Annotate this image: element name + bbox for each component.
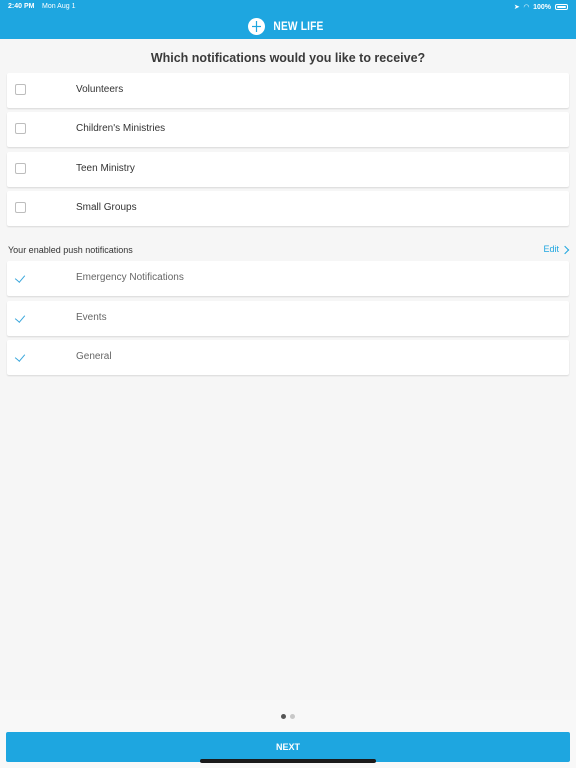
status-bar: 2:40 PM Mon Aug 1 ➤ ◠ 100% <box>0 0 576 14</box>
option-small-groups[interactable]: Small Groups <box>7 191 569 226</box>
wifi-icon: ◠ <box>523 4 530 11</box>
enabled-item-label: Events <box>76 312 107 323</box>
option-childrens-ministries[interactable]: Children's Ministries <box>7 112 569 147</box>
checkmark-icon <box>14 351 26 362</box>
page-dot-active <box>281 714 286 719</box>
battery-icon <box>555 4 568 10</box>
home-indicator <box>200 759 376 763</box>
enabled-item-label: General <box>76 351 112 362</box>
battery-percentage: 100% <box>533 3 551 11</box>
location-icon: ➤ <box>513 4 520 11</box>
checkbox[interactable] <box>15 202 26 213</box>
enabled-item-general: General <box>7 340 569 375</box>
option-label: Children's Ministries <box>76 123 166 134</box>
enabled-item-events: Events <box>7 301 569 336</box>
edit-label: Edit <box>543 244 559 254</box>
enabled-item-emergency: Emergency Notifications <box>7 261 569 296</box>
page-indicator <box>0 714 576 719</box>
option-label: Small Groups <box>76 202 137 213</box>
church-logo-icon <box>248 17 266 35</box>
enabled-item-label: Emergency Notifications <box>76 272 184 283</box>
app-header: 2:40 PM Mon Aug 1 ➤ ◠ 100% NEW LIFE <box>0 0 576 39</box>
checkbox[interactable] <box>15 84 26 95</box>
option-label: Teen Ministry <box>76 163 135 174</box>
brand: NEW LIFE <box>0 17 576 35</box>
page-dot <box>290 714 295 719</box>
checkmark-icon <box>14 312 26 323</box>
enabled-section-title: Your enabled push notifications <box>8 245 133 255</box>
checkmark-icon <box>14 272 26 283</box>
status-time: 2:40 PM <box>8 3 35 10</box>
next-button[interactable]: NEXT <box>6 732 570 762</box>
option-label: Volunteers <box>76 84 124 95</box>
page-question: Which notifications would you like to re… <box>150 51 426 65</box>
status-date: Mon Aug 1 <box>42 3 76 10</box>
edit-link[interactable]: Edit <box>543 244 570 254</box>
option-volunteers[interactable]: Volunteers <box>7 73 569 108</box>
checkbox[interactable] <box>15 163 26 174</box>
checkbox[interactable] <box>15 123 26 134</box>
option-teen-ministry[interactable]: Teen Ministry <box>7 152 569 187</box>
status-indicators: ➤ ◠ 100% <box>514 3 568 11</box>
chevron-right-icon <box>560 245 570 254</box>
brand-name: NEW LIFE <box>273 19 324 33</box>
